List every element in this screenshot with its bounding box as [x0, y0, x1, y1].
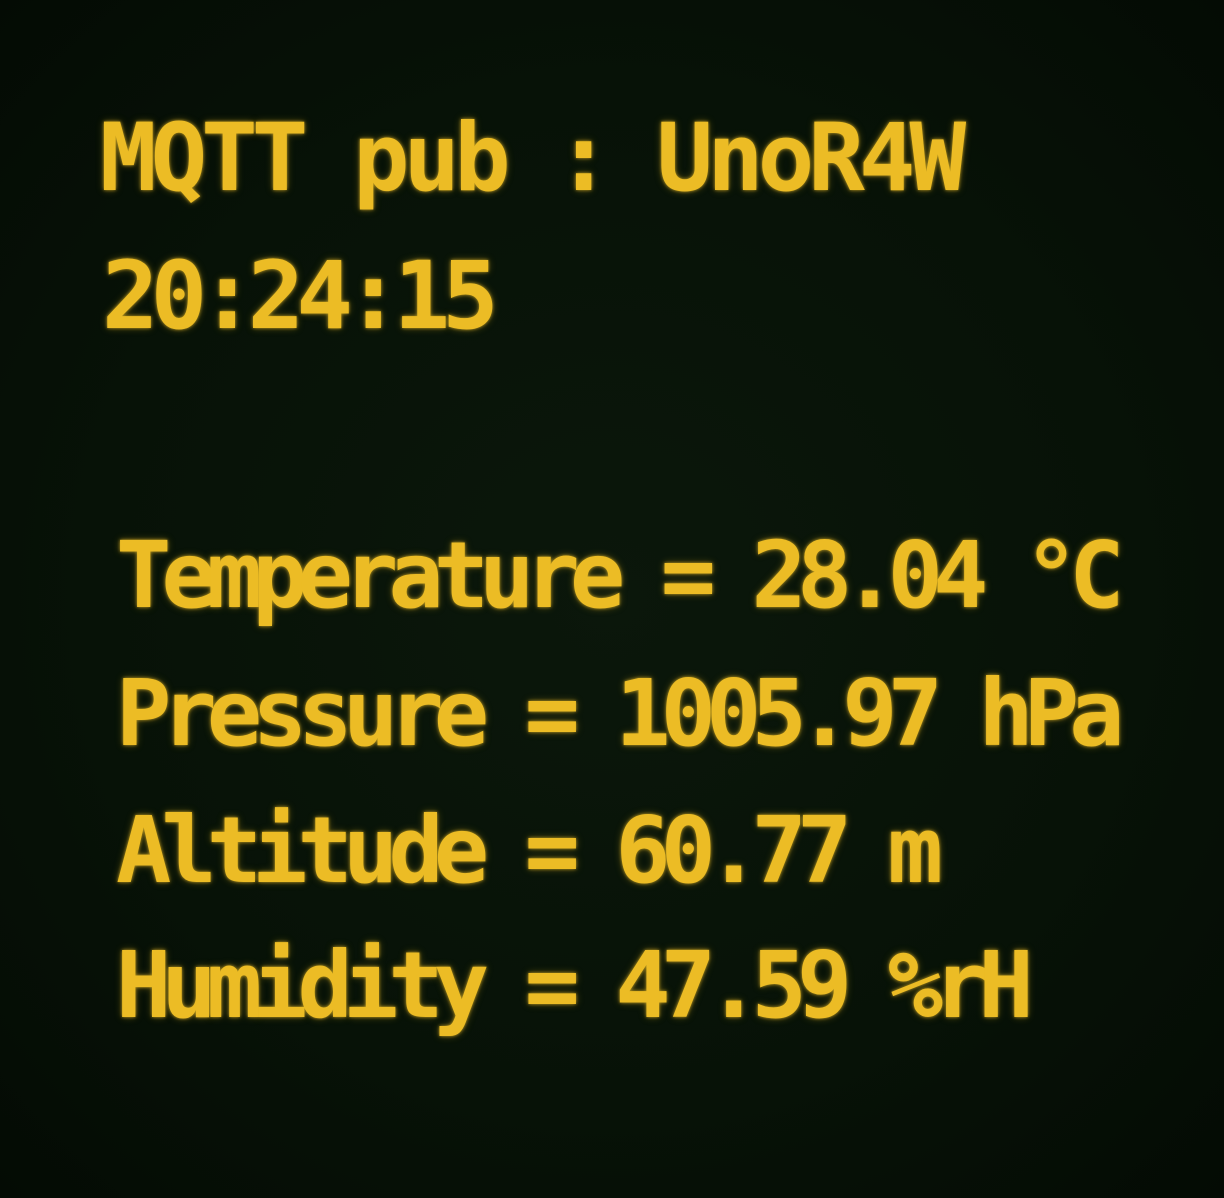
altitude-reading: Altitude = 60.77 m — [116, 797, 943, 904]
humidity-reading: Humidity = 47.59 %rH — [116, 932, 1034, 1039]
pressure-reading: Pressure = 1005.97 hPa — [116, 660, 1125, 767]
display-time: 20:24:15 — [102, 242, 499, 351]
temperature-reading: Temperature = 28.04 °C — [116, 522, 1125, 629]
display-title: MQTT pub : UnoR4W — [100, 104, 966, 213]
lcd-display: MQTT pub : UnoR4W 20:24:15 Temperature =… — [0, 0, 1224, 1198]
